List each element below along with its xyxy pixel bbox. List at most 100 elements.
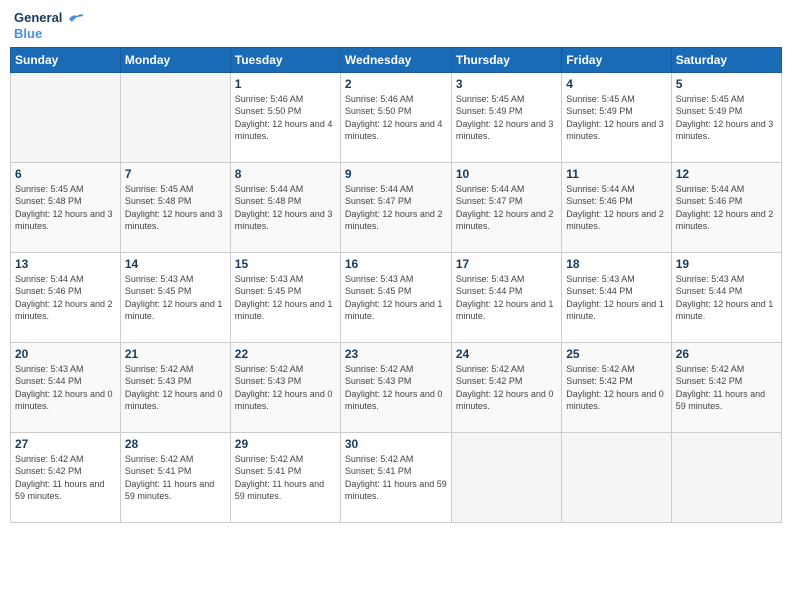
calendar-cell: 21 Sunrise: 5:42 AM Sunset: 5:43 PM Dayli… <box>120 342 230 432</box>
calendar-cell: 9 Sunrise: 5:44 AM Sunset: 5:47 PM Daylig… <box>340 162 451 252</box>
logo-bird-icon <box>67 12 85 26</box>
day-number: 9 <box>345 167 447 181</box>
day-info: Sunrise: 5:42 AM Sunset: 5:41 PM Dayligh… <box>235 453 336 503</box>
calendar-cell: 10 Sunrise: 5:44 AM Sunset: 5:47 PM Dayli… <box>451 162 561 252</box>
logo-text: General Blue <box>14 10 85 41</box>
day-info: Sunrise: 5:42 AM Sunset: 5:42 PM Dayligh… <box>456 363 557 413</box>
calendar-cell: 1 Sunrise: 5:46 AM Sunset: 5:50 PM Daylig… <box>230 72 340 162</box>
calendar-cell: 6 Sunrise: 5:45 AM Sunset: 5:48 PM Daylig… <box>11 162 121 252</box>
calendar-cell <box>562 432 671 522</box>
calendar-cell <box>11 72 121 162</box>
day-info: Sunrise: 5:45 AM Sunset: 5:48 PM Dayligh… <box>125 183 226 233</box>
day-header-thursday: Thursday <box>451 47 561 72</box>
logo: General Blue <box>14 10 85 41</box>
calendar-cell: 18Sunrise: 5:43 AM Sunset: 5:44 PM Dayli… <box>562 252 671 342</box>
day-info: Sunrise: 5:42 AM Sunset: 5:42 PM Dayligh… <box>566 363 666 413</box>
day-number: 20 <box>15 347 116 361</box>
calendar-cell: 13Sunrise: 5:44 AM Sunset: 5:46 PM Dayli… <box>11 252 121 342</box>
calendar-cell <box>671 432 781 522</box>
calendar-cell: 15 Sunrise: 5:43 AM Sunset: 5:45 PM Dayli… <box>230 252 340 342</box>
day-info: Sunrise: 5:42 AM Sunset: 5:41 PM Dayligh… <box>125 453 226 503</box>
day-number: 17 <box>456 257 557 271</box>
day-number: 4 <box>566 77 666 91</box>
day-header-sunday: Sunday <box>11 47 121 72</box>
calendar-cell: 25 Sunrise: 5:42 AM Sunset: 5:42 PM Dayli… <box>562 342 671 432</box>
calendar-cell <box>451 432 561 522</box>
day-info: Sunrise: 5:45 AM Sunset: 5:49 PM Dayligh… <box>456 93 557 143</box>
calendar-cell: 11 Sunrise: 5:44 AM Sunset: 5:46 PM Dayli… <box>562 162 671 252</box>
day-info: Sunrise: 5:43 AM Sunset: 5:45 PM Dayligh… <box>235 273 336 323</box>
calendar-cell: 20 Sunrise: 5:43 AM Sunset: 5:44 PM Dayli… <box>11 342 121 432</box>
day-number: 27 <box>15 437 116 451</box>
day-header-monday: Monday <box>120 47 230 72</box>
day-number: 10 <box>456 167 557 181</box>
day-info: Sunrise: 5:44 AM Sunset: 5:46 PM Dayligh… <box>676 183 777 233</box>
day-info: Sunrise: 5:42 AM Sunset: 5:43 PM Dayligh… <box>235 363 336 413</box>
calendar-cell: 12 Sunrise: 5:44 AM Sunset: 5:46 PM Dayli… <box>671 162 781 252</box>
day-number: 12 <box>676 167 777 181</box>
day-number: 28 <box>125 437 226 451</box>
day-info: Sunrise: 5:44 AM Sunset: 5:46 PM Dayligh… <box>566 183 666 233</box>
day-number: 11 <box>566 167 666 181</box>
calendar-week-5: 27Sunrise: 5:42 AM Sunset: 5:42 PM Dayli… <box>11 432 782 522</box>
day-header-saturday: Saturday <box>671 47 781 72</box>
calendar-cell: 8 Sunrise: 5:44 AM Sunset: 5:48 PM Daylig… <box>230 162 340 252</box>
day-number: 16 <box>345 257 447 271</box>
day-info: Sunrise: 5:43 AM Sunset: 5:45 PM Dayligh… <box>345 273 447 323</box>
day-info: Sunrise: 5:46 AM Sunset: 5:50 PM Dayligh… <box>345 93 447 143</box>
day-info: Sunrise: 5:44 AM Sunset: 5:47 PM Dayligh… <box>456 183 557 233</box>
calendar-cell: 26 Sunrise: 5:42 AM Sunset: 5:42 PM Dayli… <box>671 342 781 432</box>
calendar-cell <box>120 72 230 162</box>
calendar-cell: 29 Sunrise: 5:42 AM Sunset: 5:41 PM Dayli… <box>230 432 340 522</box>
calendar-cell: 7 Sunrise: 5:45 AM Sunset: 5:48 PM Daylig… <box>120 162 230 252</box>
calendar-cell: 4 Sunrise: 5:45 AM Sunset: 5:49 PM Daylig… <box>562 72 671 162</box>
calendar-cell: 24 Sunrise: 5:42 AM Sunset: 5:42 PM Dayli… <box>451 342 561 432</box>
calendar-cell: 16 Sunrise: 5:43 AM Sunset: 5:45 PM Dayli… <box>340 252 451 342</box>
day-number: 30 <box>345 437 447 451</box>
day-header-wednesday: Wednesday <box>340 47 451 72</box>
day-number: 8 <box>235 167 336 181</box>
day-info: Sunrise: 5:46 AM Sunset: 5:50 PM Dayligh… <box>235 93 336 143</box>
day-number: 22 <box>235 347 336 361</box>
day-info: Sunrise: 5:42 AM Sunset: 5:43 PM Dayligh… <box>125 363 226 413</box>
day-info: Sunrise: 5:44 AM Sunset: 5:46 PM Dayligh… <box>15 273 116 323</box>
calendar-cell: 14 Sunrise: 5:43 AM Sunset: 5:45 PM Dayli… <box>120 252 230 342</box>
day-info: Sunrise: 5:42 AM Sunset: 5:42 PM Dayligh… <box>676 363 777 413</box>
day-number: 5 <box>676 77 777 91</box>
day-number: 19 <box>676 257 777 271</box>
calendar-cell: 5Sunrise: 5:45 AM Sunset: 5:49 PM Daylig… <box>671 72 781 162</box>
day-header-tuesday: Tuesday <box>230 47 340 72</box>
calendar-cell: 30 Sunrise: 5:42 AM Sunset: 5:41 PM Dayli… <box>340 432 451 522</box>
day-number: 23 <box>345 347 447 361</box>
calendar-cell: 19 Sunrise: 5:43 AM Sunset: 5:44 PM Dayli… <box>671 252 781 342</box>
day-header-friday: Friday <box>562 47 671 72</box>
day-number: 1 <box>235 77 336 91</box>
day-number: 3 <box>456 77 557 91</box>
day-number: 15 <box>235 257 336 271</box>
day-number: 29 <box>235 437 336 451</box>
day-info: Sunrise: 5:45 AM Sunset: 5:49 PM Dayligh… <box>566 93 666 143</box>
day-number: 25 <box>566 347 666 361</box>
day-info: Sunrise: 5:43 AM Sunset: 5:45 PM Dayligh… <box>125 273 226 323</box>
calendar-week-4: 20 Sunrise: 5:43 AM Sunset: 5:44 PM Dayli… <box>11 342 782 432</box>
day-info: Sunrise: 5:43 AM Sunset: 5:44 PM Dayligh… <box>566 273 666 323</box>
day-number: 26 <box>676 347 777 361</box>
day-info: Sunrise: 5:44 AM Sunset: 5:47 PM Dayligh… <box>345 183 447 233</box>
calendar-cell: 22 Sunrise: 5:42 AM Sunset: 5:43 PM Dayli… <box>230 342 340 432</box>
day-info: Sunrise: 5:45 AM Sunset: 5:48 PM Dayligh… <box>15 183 116 233</box>
day-info: Sunrise: 5:43 AM Sunset: 5:44 PM Dayligh… <box>676 273 777 323</box>
day-number: 21 <box>125 347 226 361</box>
day-number: 2 <box>345 77 447 91</box>
calendar-cell: 23Sunrise: 5:42 AM Sunset: 5:43 PM Dayli… <box>340 342 451 432</box>
calendar-cell: 2 Sunrise: 5:46 AM Sunset: 5:50 PM Daylig… <box>340 72 451 162</box>
calendar-week-2: 6 Sunrise: 5:45 AM Sunset: 5:48 PM Daylig… <box>11 162 782 252</box>
day-number: 6 <box>15 167 116 181</box>
day-number: 14 <box>125 257 226 271</box>
day-info: Sunrise: 5:43 AM Sunset: 5:44 PM Dayligh… <box>15 363 116 413</box>
day-info: Sunrise: 5:44 AM Sunset: 5:48 PM Dayligh… <box>235 183 336 233</box>
day-number: 7 <box>125 167 226 181</box>
calendar-cell: 17Sunrise: 5:43 AM Sunset: 5:44 PM Dayli… <box>451 252 561 342</box>
day-number: 24 <box>456 347 557 361</box>
day-info: Sunrise: 5:42 AM Sunset: 5:41 PM Dayligh… <box>345 453 447 503</box>
calendar-cell: 27Sunrise: 5:42 AM Sunset: 5:42 PM Dayli… <box>11 432 121 522</box>
